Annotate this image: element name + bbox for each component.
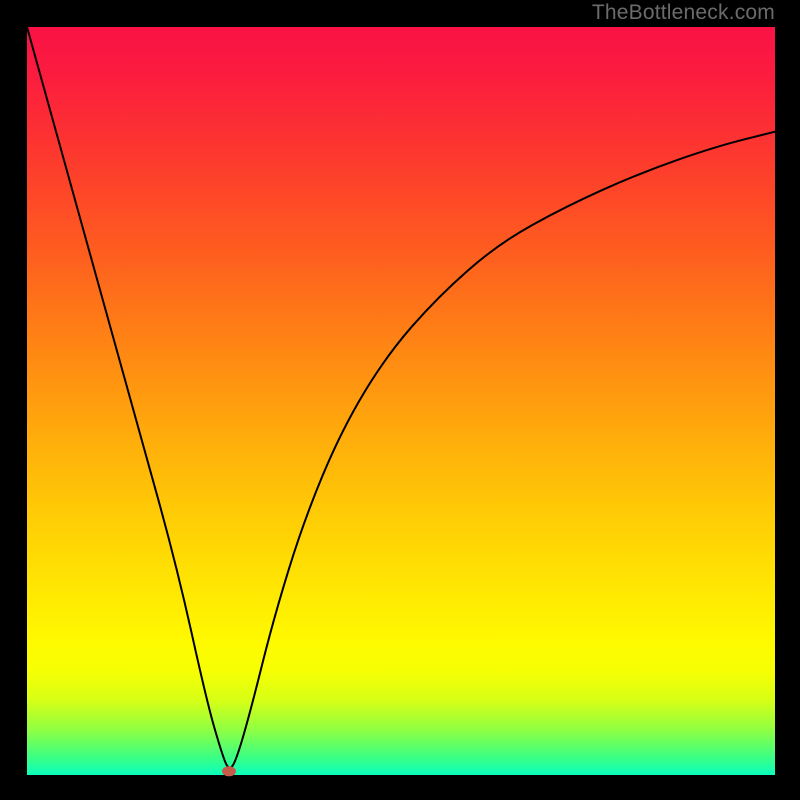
chart-frame: TheBottleneck.com bbox=[0, 0, 800, 800]
watermark-text: TheBottleneck.com bbox=[592, 1, 775, 25]
plot-area bbox=[27, 27, 775, 775]
